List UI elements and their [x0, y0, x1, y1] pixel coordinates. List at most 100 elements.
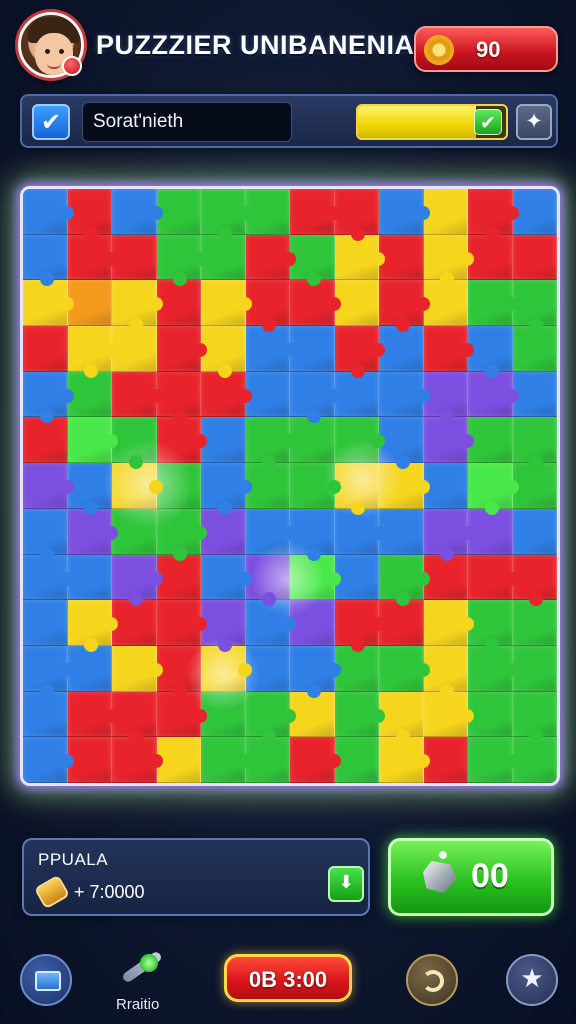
puzzle-piece[interactable] — [290, 326, 335, 372]
puzzle-piece[interactable] — [468, 189, 519, 241]
puzzle-piece[interactable] — [201, 371, 252, 418]
puzzle-piece[interactable] — [156, 737, 201, 783]
puzzle-piece[interactable] — [468, 645, 519, 692]
puzzle-piece[interactable] — [334, 417, 385, 464]
puzzle-piece[interactable] — [334, 326, 385, 378]
puzzle-piece[interactable] — [290, 371, 341, 424]
puzzle-piece[interactable] — [245, 554, 290, 607]
puzzle-piece[interactable] — [379, 326, 424, 372]
puzzle-piece[interactable] — [201, 691, 246, 738]
puzzle-piece[interactable] — [334, 234, 385, 281]
puzzle-piece[interactable] — [67, 417, 118, 464]
puzzle-piece[interactable] — [423, 371, 468, 424]
puzzle-piece[interactable] — [67, 463, 112, 515]
gallery-button[interactable] — [20, 954, 72, 1006]
puzzle-piece[interactable] — [156, 326, 207, 372]
puzzle-piece[interactable] — [67, 371, 112, 418]
puzzle-piece[interactable] — [245, 326, 296, 372]
puzzle-piece[interactable] — [290, 737, 341, 783]
timer-display[interactable]: 0B 3:00 — [224, 954, 352, 1002]
puzzle-piece[interactable] — [290, 554, 341, 601]
puzzle-piece[interactable] — [512, 600, 557, 646]
puzzle-piece[interactable] — [512, 508, 557, 555]
puzzle-piece[interactable] — [23, 234, 68, 287]
puzzle-piece[interactable] — [379, 371, 430, 418]
puzzle-piece[interactable] — [156, 463, 201, 509]
puzzle-piece[interactable] — [23, 645, 74, 698]
puzzle-piece[interactable] — [334, 189, 379, 241]
puzzle-piece[interactable] — [468, 280, 519, 327]
puzzle-piece[interactable] — [201, 554, 252, 601]
puzzle-piece[interactable] — [423, 645, 468, 698]
puzzle-piece[interactable] — [423, 189, 468, 235]
puzzle-piece[interactable] — [23, 691, 68, 738]
puzzle-piece[interactable] — [23, 189, 74, 235]
puzzle-piece[interactable] — [423, 280, 468, 327]
puzzle-piece[interactable] — [112, 326, 157, 372]
puzzle-piece[interactable] — [67, 280, 112, 327]
puzzle-piece[interactable] — [23, 280, 74, 327]
puzzle-piece[interactable] — [245, 280, 290, 333]
puzzle-piece[interactable] — [23, 600, 68, 646]
puzzle-piece-button[interactable]: ✦ — [516, 104, 552, 140]
puzzle-piece[interactable] — [379, 645, 430, 692]
puzzle-piece[interactable] — [245, 691, 296, 744]
puzzle-piece[interactable] — [201, 508, 246, 555]
puzzle-piece[interactable] — [379, 554, 430, 607]
confirm-check-button[interactable]: ✔ — [474, 109, 502, 135]
puzzle-piece[interactable] — [423, 691, 474, 738]
puzzle-piece[interactable] — [468, 508, 513, 555]
name-input[interactable]: Sorat'nieth — [82, 102, 292, 142]
puzzle-piece[interactable] — [334, 280, 379, 327]
puzzle-piece[interactable] — [468, 463, 519, 515]
puzzle-piece[interactable] — [112, 508, 157, 555]
puzzle-piece[interactable] — [156, 508, 207, 561]
puzzle-piece[interactable] — [423, 508, 474, 561]
puzzle-piece[interactable] — [334, 691, 385, 738]
puzzle-piece[interactable] — [512, 417, 557, 470]
puzzle-piece[interactable] — [67, 600, 118, 652]
puzzle-piece[interactable] — [156, 280, 201, 327]
favorites-button[interactable]: ★ — [506, 954, 558, 1006]
puzzle-piece[interactable] — [468, 371, 519, 418]
hint-button[interactable] — [118, 944, 172, 990]
puzzle-piece[interactable] — [245, 371, 290, 418]
puzzle-piece[interactable] — [112, 280, 163, 333]
puzzle-piece[interactable] — [156, 371, 201, 424]
puzzle-piece[interactable] — [23, 371, 74, 424]
puzzle-piece[interactable] — [379, 600, 424, 646]
puzzle-piece[interactable] — [290, 280, 341, 327]
puzzle-piece[interactable] — [468, 554, 519, 601]
puzzle-piece[interactable] — [67, 554, 112, 601]
puzzle-piece[interactable] — [67, 737, 112, 783]
puzzle-piece[interactable] — [512, 645, 557, 692]
checkbox-toggle[interactable]: ✔ — [32, 104, 70, 140]
puzzle-piece[interactable] — [512, 737, 557, 783]
puzzle-piece[interactable] — [334, 600, 385, 652]
puzzle-piece[interactable] — [112, 645, 163, 692]
puzzle-piece[interactable] — [468, 691, 513, 738]
puzzle-piece[interactable] — [423, 554, 468, 601]
puzzle-piece[interactable] — [334, 645, 379, 692]
puzzle-piece[interactable] — [379, 737, 430, 783]
puzzle-piece[interactable] — [23, 326, 68, 372]
puzzle-piece[interactable] — [245, 417, 296, 470]
puzzle-piece[interactable] — [156, 691, 207, 738]
puzzle-piece[interactable] — [112, 691, 157, 744]
puzzle-piece[interactable] — [67, 508, 118, 555]
puzzle-piece[interactable] — [379, 234, 424, 281]
puzzle-piece[interactable] — [334, 508, 385, 555]
puzzle-piece[interactable] — [201, 189, 252, 241]
puzzle-piece[interactable] — [290, 508, 335, 561]
undo-button[interactable] — [406, 954, 458, 1006]
puzzle-piece[interactable] — [112, 234, 157, 281]
puzzle-piece[interactable] — [423, 417, 474, 464]
puzzle-piece[interactable] — [67, 326, 118, 378]
puzzle-piece[interactable] — [423, 463, 468, 509]
puzzle-piece[interactable] — [512, 371, 557, 418]
puzzle-piece[interactable] — [379, 280, 430, 333]
puzzle-board[interactable] — [20, 186, 560, 786]
puzzle-piece[interactable] — [423, 600, 474, 646]
puzzle-piece[interactable] — [156, 645, 201, 698]
puzzle-piece[interactable] — [379, 463, 430, 509]
